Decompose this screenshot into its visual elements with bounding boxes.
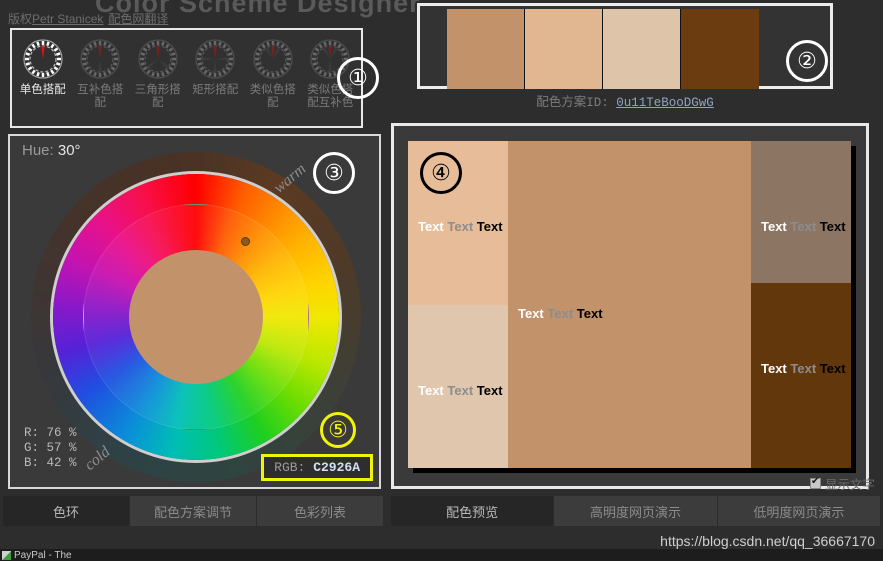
color-wheel[interactable]: warm cold — [26, 152, 366, 482]
watermark-url: https://blog.csdn.net/qq_36667170 — [660, 533, 875, 549]
preview-panel: Text Text Text Text Text Text Text Text Te… — [391, 123, 869, 489]
rgb-hex-label: RGB: — [274, 460, 306, 475]
rgb-hex-value: C2926A — [313, 460, 360, 475]
author-link[interactable]: Petr Stanicek — [32, 12, 103, 26]
rgb-hex-readout: RGB: C2926A — [261, 454, 373, 481]
tab-right-1[interactable]: 高明度网页演示 — [554, 496, 718, 526]
scheme-button-label: 互补色搭配 — [77, 84, 124, 109]
right-tab-bar: 配色预览 高明度网页演示 低明度网页演示 — [391, 496, 880, 526]
complement-wheel-icon — [80, 39, 120, 79]
taskbar-item-label[interactable]: PayPal - The — [14, 550, 72, 561]
scheme-button-label: 单色搭配 — [19, 84, 66, 96]
scheme-button-4[interactable]: 类似色搭配 — [244, 34, 302, 126]
header-links: 版权Petr Stanicek 配色网翻译 — [8, 10, 168, 27]
preview-text-right-bottom: Text Text Text — [761, 361, 846, 376]
preview-right-column: Text Text Text Text Text Text — [751, 141, 851, 468]
preview-center-column: Text Text Text — [508, 141, 751, 468]
annotation-badge-2: ② — [786, 40, 828, 82]
tab-left-1[interactable]: 配色方案调节 — [130, 496, 257, 526]
scheme-button-label: 类似色搭配 — [249, 84, 296, 109]
rgb-percent-readout: R: 76 % G: 57 % B: 42 % — [24, 426, 77, 471]
taskbar: PayPal - The — [0, 549, 883, 561]
tab-right-0[interactable]: 配色预览 — [391, 496, 555, 526]
scheme-id-label: 配色方案ID: — [536, 96, 609, 110]
left-tab-bar: 色环 配色方案调节 色彩列表 — [3, 496, 383, 526]
mono-wheel-icon — [23, 39, 63, 79]
wheel-center-swatch — [129, 250, 263, 384]
show-text-checkbox[interactable] — [809, 476, 821, 489]
paypal-icon — [2, 550, 11, 560]
scheme-chooser-panel: 单色搭配 互补色搭配 三角形搭配 矩形搭配 类似色搭配 类似色搭配互补色 — [10, 28, 363, 128]
copyright-label: 版权 — [8, 12, 33, 26]
preview-block-center: Text Text Text — [508, 141, 751, 468]
preview-text-right-top: Text Text Text — [761, 219, 846, 234]
scheme-button-3[interactable]: 矩形搭配 — [187, 34, 245, 126]
scheme-button-row: 单色搭配 互补色搭配 三角形搭配 矩形搭配 类似色搭配 类似色搭配互补色 — [12, 30, 361, 126]
preview-board: Text Text Text Text Text Text Text Text Te… — [408, 141, 851, 468]
preview-left-column: Text Text Text Text Text Text — [408, 141, 508, 468]
preview-block-left-bottom: Text Text Text — [408, 305, 508, 468]
palette-swatch-0[interactable] — [447, 9, 525, 89]
show-text-checkbox-row[interactable]: 显示文字 — [809, 474, 875, 493]
tetrad-wheel-icon — [195, 39, 235, 79]
palette-swatch-2[interactable] — [603, 9, 681, 89]
preview-block-right-top: Text Text Text — [751, 141, 851, 283]
rgb-r-line: R: 76 % — [24, 426, 77, 440]
annotation-badge-1: ① — [337, 57, 379, 99]
preview-text-left-bottom: Text Text Text — [418, 383, 503, 398]
triad-wheel-icon — [138, 39, 178, 79]
wheel-hue-marker[interactable] — [241, 237, 250, 246]
tab-right-2[interactable]: 低明度网页演示 — [717, 496, 880, 526]
scheme-id-row: 配色方案ID: 0u11TeBooDGwG — [417, 91, 833, 110]
preview-text-left-top: Text Text Text — [418, 219, 503, 234]
scheme-id-link[interactable]: 0u11TeBooDGwG — [616, 96, 714, 110]
palette-swatch-1[interactable] — [525, 9, 603, 89]
scheme-button-1[interactable]: 互补色搭配 — [72, 34, 130, 126]
annotation-badge-5: ⑤ — [320, 412, 356, 448]
tab-left-2[interactable]: 色彩列表 — [257, 496, 383, 526]
annotation-badge-4: ④ — [420, 152, 462, 194]
preview-text-center: Text Text Text — [518, 306, 603, 321]
tab-left-0[interactable]: 色环 — [3, 496, 130, 526]
preview-block-right-bottom: Text Text Text — [751, 283, 851, 468]
scheme-button-label: 矩形搭配 — [192, 84, 239, 96]
scheme-button-label: 三角形搭配 — [134, 84, 181, 109]
rgb-g-line: G: 57 % — [24, 441, 77, 455]
scheme-button-2[interactable]: 三角形搭配 — [129, 34, 187, 126]
translator-link[interactable]: 配色网翻译 — [108, 12, 168, 26]
palette-swatch-strip — [447, 9, 759, 89]
scheme-button-0[interactable]: 单色搭配 — [14, 34, 72, 126]
app-root: Color Scheme Designer 版权Petr Stanicek 配色网… — [0, 0, 883, 561]
rgb-b-line: B: 42 % — [24, 456, 77, 470]
show-text-label: 显示文字 — [824, 478, 875, 492]
analogic-wheel-icon — [253, 39, 293, 79]
palette-panel — [417, 3, 833, 89]
palette-swatch-3[interactable] — [681, 9, 759, 89]
annotation-badge-3: ③ — [313, 152, 355, 194]
